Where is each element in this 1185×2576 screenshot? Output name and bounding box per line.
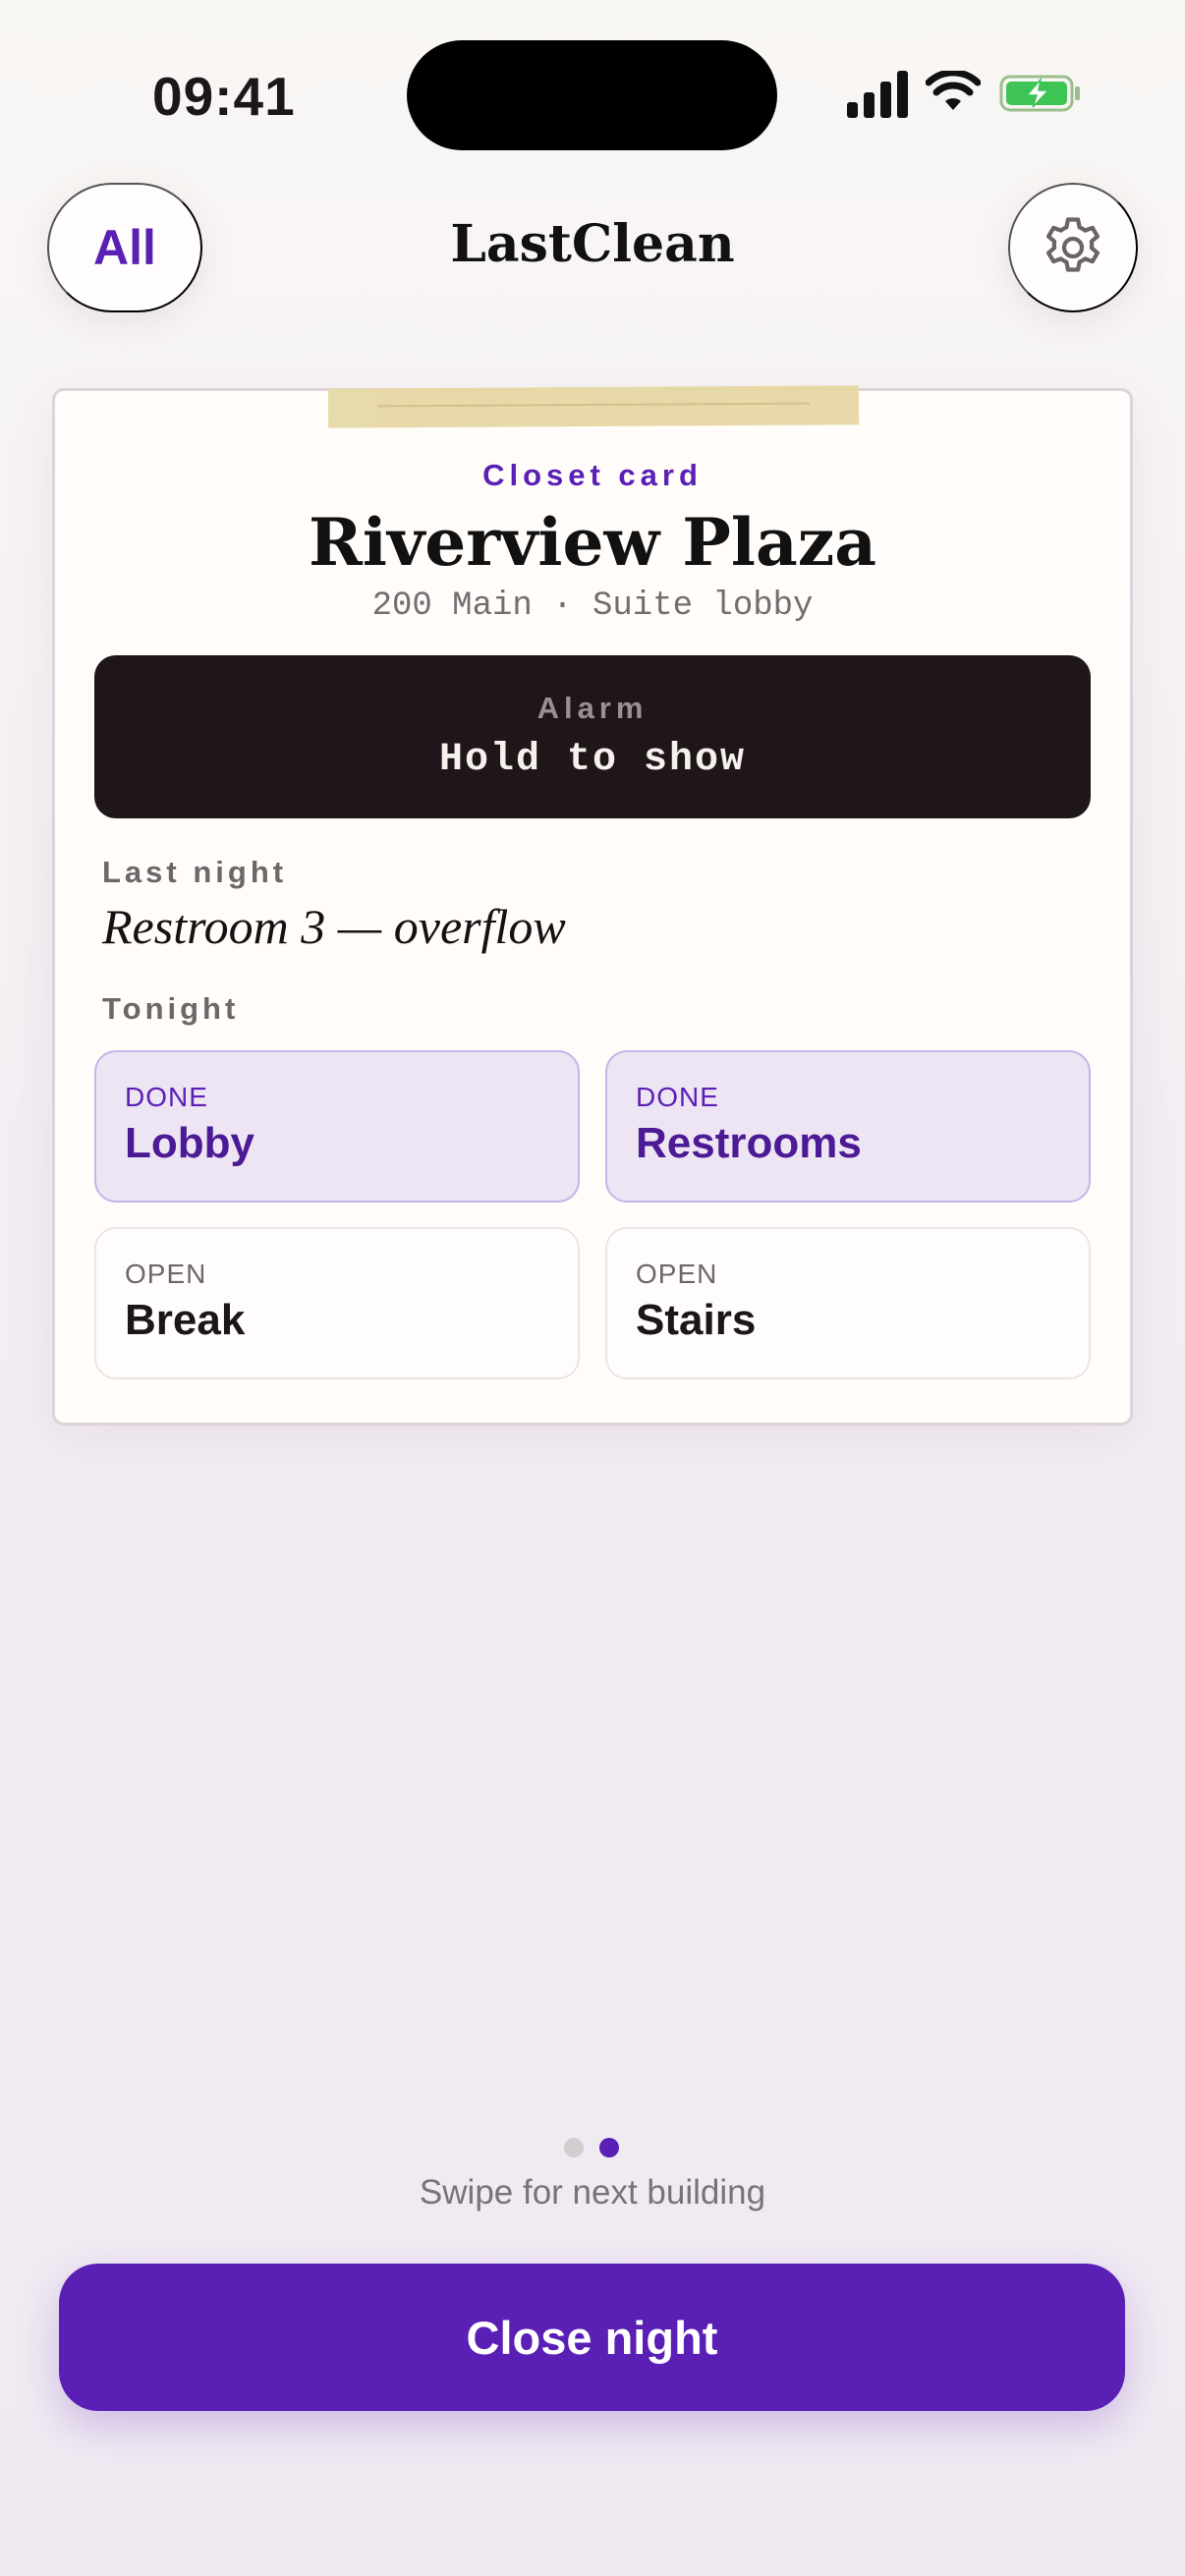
alarm-action-text: Hold to show: [438, 738, 747, 782]
swipe-hint: Swipe for next building: [419, 2173, 766, 2212]
task-tile-lobby[interactable]: DONE Lobby: [94, 1050, 580, 1203]
tonight-label: Tonight: [102, 991, 240, 1026]
task-status: OPEN: [125, 1259, 207, 1289]
last-night-value: Restroom 3 — overflow: [102, 899, 566, 954]
task-tile-stairs[interactable]: OPEN Stairs: [605, 1227, 1091, 1379]
close-night-button[interactable]: Close night: [59, 2264, 1125, 2411]
task-status: OPEN: [636, 1259, 718, 1289]
building-address: 200 Main · Suite lobby: [371, 588, 814, 625]
task-name: Stairs: [636, 1296, 757, 1344]
task-name: Restrooms: [636, 1119, 862, 1167]
settings-button[interactable]: [1008, 183, 1138, 312]
cellular-signal-icon: [847, 69, 908, 118]
page-indicator[interactable]: [564, 2138, 623, 2159]
task-name: Lobby: [125, 1119, 254, 1167]
status-time: 09:41: [152, 66, 296, 127]
task-status: DONE: [125, 1082, 208, 1112]
last-night-label: Last night: [102, 855, 288, 889]
battery-charging-icon: [999, 75, 1080, 112]
building-name: Riverview Plaza: [309, 504, 876, 581]
gear-icon: [1046, 217, 1100, 272]
page-dot[interactable]: [564, 2138, 584, 2157]
task-tile-restrooms[interactable]: DONE Restrooms: [605, 1050, 1091, 1203]
task-tile-break[interactable]: OPEN Break: [94, 1227, 580, 1379]
alarm-hold-button[interactable]: Alarm Hold to show: [94, 655, 1091, 818]
status-icons: [847, 69, 1083, 124]
page-dot-active[interactable]: [599, 2138, 619, 2157]
tape-decoration: [327, 385, 860, 428]
card-eyebrow: Closet card: [482, 458, 703, 492]
dynamic-island: [407, 40, 777, 150]
task-status: DONE: [636, 1082, 719, 1112]
closet-card: Closet card Riverview Plaza 200 Main · S…: [52, 385, 1133, 1426]
task-name: Break: [125, 1296, 246, 1344]
alarm-label: Alarm: [536, 691, 649, 725]
wifi-icon: [926, 71, 981, 110]
